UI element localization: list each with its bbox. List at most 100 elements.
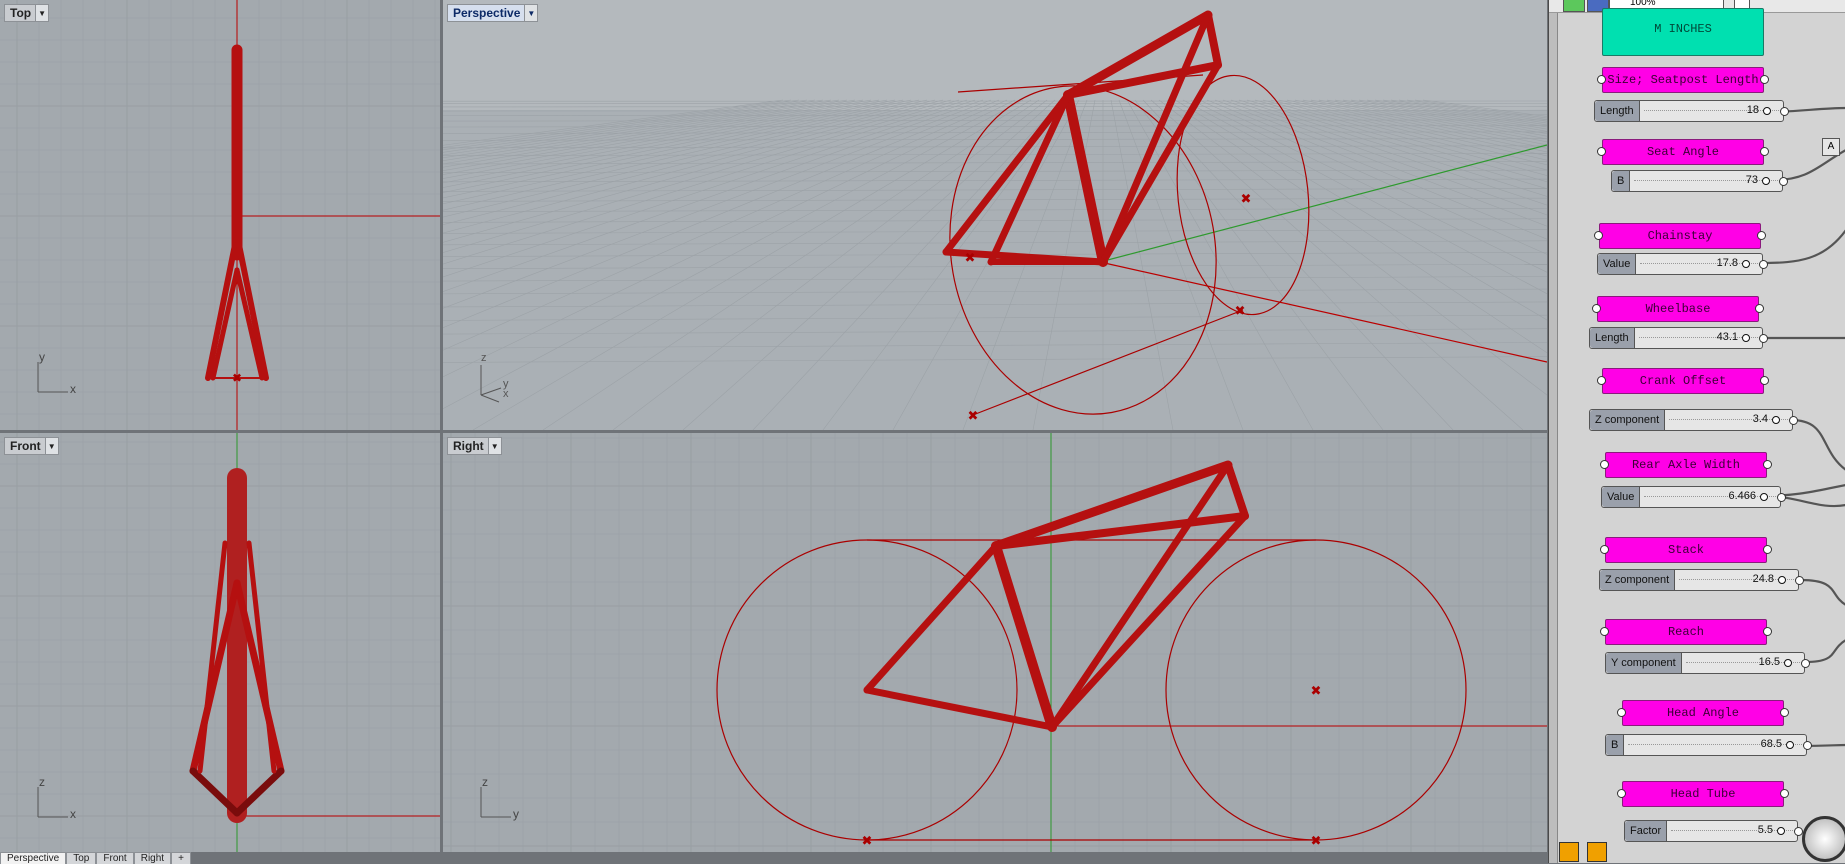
component-port[interactable] — [1592, 304, 1601, 313]
lock-open-icon[interactable] — [1587, 842, 1607, 862]
slider-knob[interactable] — [1772, 416, 1780, 424]
viewport-right[interactable]: Right▼ ✖✖✖ z y — [443, 433, 1547, 852]
component-port[interactable] — [1597, 75, 1606, 84]
number-slider-0[interactable]: Length18 — [1594, 100, 1784, 122]
viewport-menu-icon[interactable]: ▼ — [524, 5, 537, 21]
component-group-9[interactable]: Head Tube — [1622, 781, 1784, 807]
viewport-front[interactable]: Front▼ z x — [0, 433, 440, 852]
slider-output-port[interactable] — [1780, 107, 1789, 116]
slider-value: 18 — [1747, 104, 1759, 116]
viewport-menu-icon[interactable]: ▼ — [488, 438, 501, 454]
slider-output-port[interactable] — [1795, 576, 1804, 585]
slider-track[interactable]: 5.5 — [1667, 821, 1797, 841]
viewport-menu-icon[interactable]: ▼ — [35, 5, 48, 21]
viewport-title-perspective[interactable]: Perspective▼ — [447, 4, 538, 22]
slider-track[interactable]: 3.4 — [1665, 410, 1792, 430]
slider-knob[interactable] — [1742, 334, 1750, 342]
lock-icon[interactable] — [1559, 842, 1579, 862]
tab-front[interactable]: Front — [96, 852, 133, 864]
slider-track[interactable]: 6.466 — [1640, 487, 1780, 507]
component-group-0[interactable]: Size; Seatpost Length — [1602, 67, 1764, 93]
number-slider-7[interactable]: Y component16.5 — [1605, 652, 1805, 674]
component-port[interactable] — [1617, 789, 1626, 798]
grasshopper-canvas[interactable]: 100% M INCHES A Size; Seatpost LengthLen… — [1548, 0, 1845, 863]
component-group-6[interactable]: Stack — [1605, 537, 1767, 563]
component-port[interactable] — [1757, 231, 1766, 240]
slider-track[interactable]: 18 — [1640, 101, 1783, 121]
component-group-5[interactable]: Rear Axle Width — [1605, 452, 1767, 478]
slider-ticks — [1671, 830, 1793, 831]
units-panel[interactable]: M INCHES — [1602, 8, 1764, 56]
component-port[interactable] — [1597, 147, 1606, 156]
slider-knob[interactable] — [1742, 260, 1750, 268]
slider-output-port[interactable] — [1759, 260, 1768, 269]
component-port[interactable] — [1600, 460, 1609, 469]
component-port[interactable] — [1617, 708, 1626, 717]
component-port[interactable] — [1760, 376, 1769, 385]
slider-knob[interactable] — [1777, 827, 1785, 835]
tab-top[interactable]: Top — [66, 852, 96, 864]
component-port[interactable] — [1763, 545, 1772, 554]
slider-knob[interactable] — [1760, 493, 1768, 501]
number-slider-9[interactable]: Factor5.5 — [1624, 820, 1798, 842]
component-port[interactable] — [1600, 627, 1609, 636]
slider-track[interactable]: 43.1 — [1635, 328, 1762, 348]
slider-value: 68.5 — [1761, 738, 1782, 750]
component-group-8[interactable]: Head Angle — [1622, 700, 1784, 726]
component-port[interactable] — [1600, 545, 1609, 554]
tab-right[interactable]: Right — [134, 852, 171, 864]
slider-output-port[interactable] — [1759, 334, 1768, 343]
component-port[interactable] — [1780, 708, 1789, 717]
component-port[interactable] — [1780, 789, 1789, 798]
viewport-top[interactable]: Top▼ ✖ y x — [0, 0, 440, 430]
component-group-3[interactable]: Wheelbase — [1597, 296, 1759, 322]
viewport-title-right[interactable]: Right▼ — [447, 437, 502, 455]
component-port[interactable] — [1763, 627, 1772, 636]
viewport-menu-icon[interactable]: ▼ — [45, 438, 58, 454]
slider-knob[interactable] — [1778, 576, 1786, 584]
slider-track[interactable]: 16.5 — [1682, 653, 1804, 673]
slider-knob[interactable] — [1762, 177, 1770, 185]
slider-knob[interactable] — [1784, 659, 1792, 667]
tab-perspective[interactable]: Perspective — [0, 852, 66, 864]
number-slider-5[interactable]: Value6.466 — [1601, 486, 1781, 508]
component-port[interactable] — [1763, 460, 1772, 469]
slider-track[interactable]: 68.5 — [1624, 735, 1806, 755]
viewport-perspective[interactable]: Perspective▼ ✖✖✖✖ z y x — [443, 0, 1547, 430]
number-slider-3[interactable]: Length43.1 — [1589, 327, 1763, 349]
slider-ticks — [1639, 337, 1758, 338]
component-group-7[interactable]: Reach — [1605, 619, 1767, 645]
component-group-1[interactable]: Seat Angle — [1602, 139, 1764, 165]
svg-text:✖: ✖ — [1235, 303, 1246, 318]
dial-icon[interactable] — [1802, 816, 1845, 862]
viewport-title-top[interactable]: Top▼ — [4, 4, 49, 22]
component-group-2[interactable]: Chainstay — [1599, 223, 1761, 249]
number-slider-6[interactable]: Z component24.8 — [1599, 569, 1799, 591]
component-port[interactable] — [1760, 147, 1769, 156]
add-tab-button[interactable]: + — [171, 852, 191, 864]
component-port[interactable] — [1760, 75, 1769, 84]
slider-output-port[interactable] — [1789, 416, 1798, 425]
slider-track[interactable]: 17.8 — [1636, 254, 1762, 274]
slider-track[interactable]: 24.8 — [1675, 570, 1798, 590]
slider-output-port[interactable] — [1803, 741, 1812, 750]
corner-component-a[interactable]: A — [1822, 138, 1840, 156]
right-view-canvas: ✖✖✖ — [443, 433, 1547, 852]
slider-value: 43.1 — [1717, 331, 1738, 343]
component-port[interactable] — [1597, 376, 1606, 385]
slider-output-port[interactable] — [1777, 493, 1786, 502]
component-port[interactable] — [1594, 231, 1603, 240]
component-port[interactable] — [1755, 304, 1764, 313]
slider-knob[interactable] — [1763, 107, 1771, 115]
number-slider-4[interactable]: Z component3.4 — [1589, 409, 1793, 431]
slider-track[interactable]: 73 — [1630, 171, 1782, 191]
slider-knob[interactable] — [1786, 741, 1794, 749]
component-group-4[interactable]: Crank Offset — [1602, 368, 1764, 394]
number-slider-2[interactable]: Value17.8 — [1597, 253, 1763, 275]
frame-right — [867, 465, 1245, 727]
viewport-title-front[interactable]: Front▼ — [4, 437, 59, 455]
slider-output-port[interactable] — [1779, 177, 1788, 186]
number-slider-1[interactable]: B73 — [1611, 170, 1783, 192]
number-slider-8[interactable]: B68.5 — [1605, 734, 1807, 756]
slider-output-port[interactable] — [1801, 659, 1810, 668]
